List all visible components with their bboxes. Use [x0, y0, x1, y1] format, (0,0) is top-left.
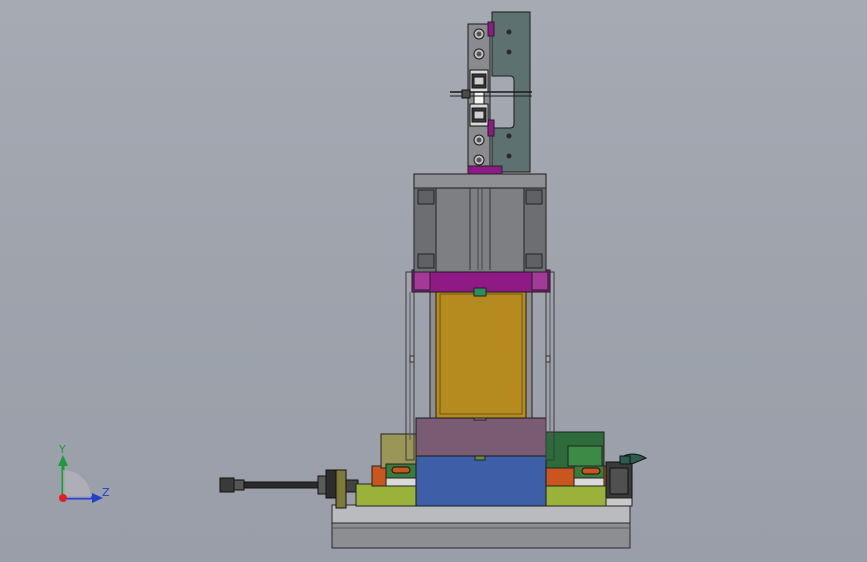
cad-viewport[interactable]: Y Z	[0, 0, 867, 562]
x-axis-dot-icon	[59, 494, 67, 502]
left-lower-block[interactable]	[355, 433, 418, 507]
left-cylinder-rod[interactable]	[219, 469, 359, 509]
central-blue-block[interactable]	[415, 451, 547, 507]
cad-model-view[interactable]	[0, 0, 867, 562]
coordinate-triad	[58, 455, 103, 503]
right-side-valve[interactable]	[605, 453, 648, 507]
y-axis-arrow-icon	[58, 455, 68, 466]
right-lower-block[interactable]	[545, 431, 607, 507]
gold-slide[interactable]	[429, 289, 533, 419]
triad-y-label: Y	[59, 443, 66, 456]
motor-body[interactable]	[413, 173, 547, 273]
base-plate[interactable]	[331, 504, 631, 549]
mauve-block[interactable]	[415, 411, 547, 457]
triad-z-label: Z	[102, 486, 110, 499]
magenta-plate[interactable]	[411, 269, 551, 297]
